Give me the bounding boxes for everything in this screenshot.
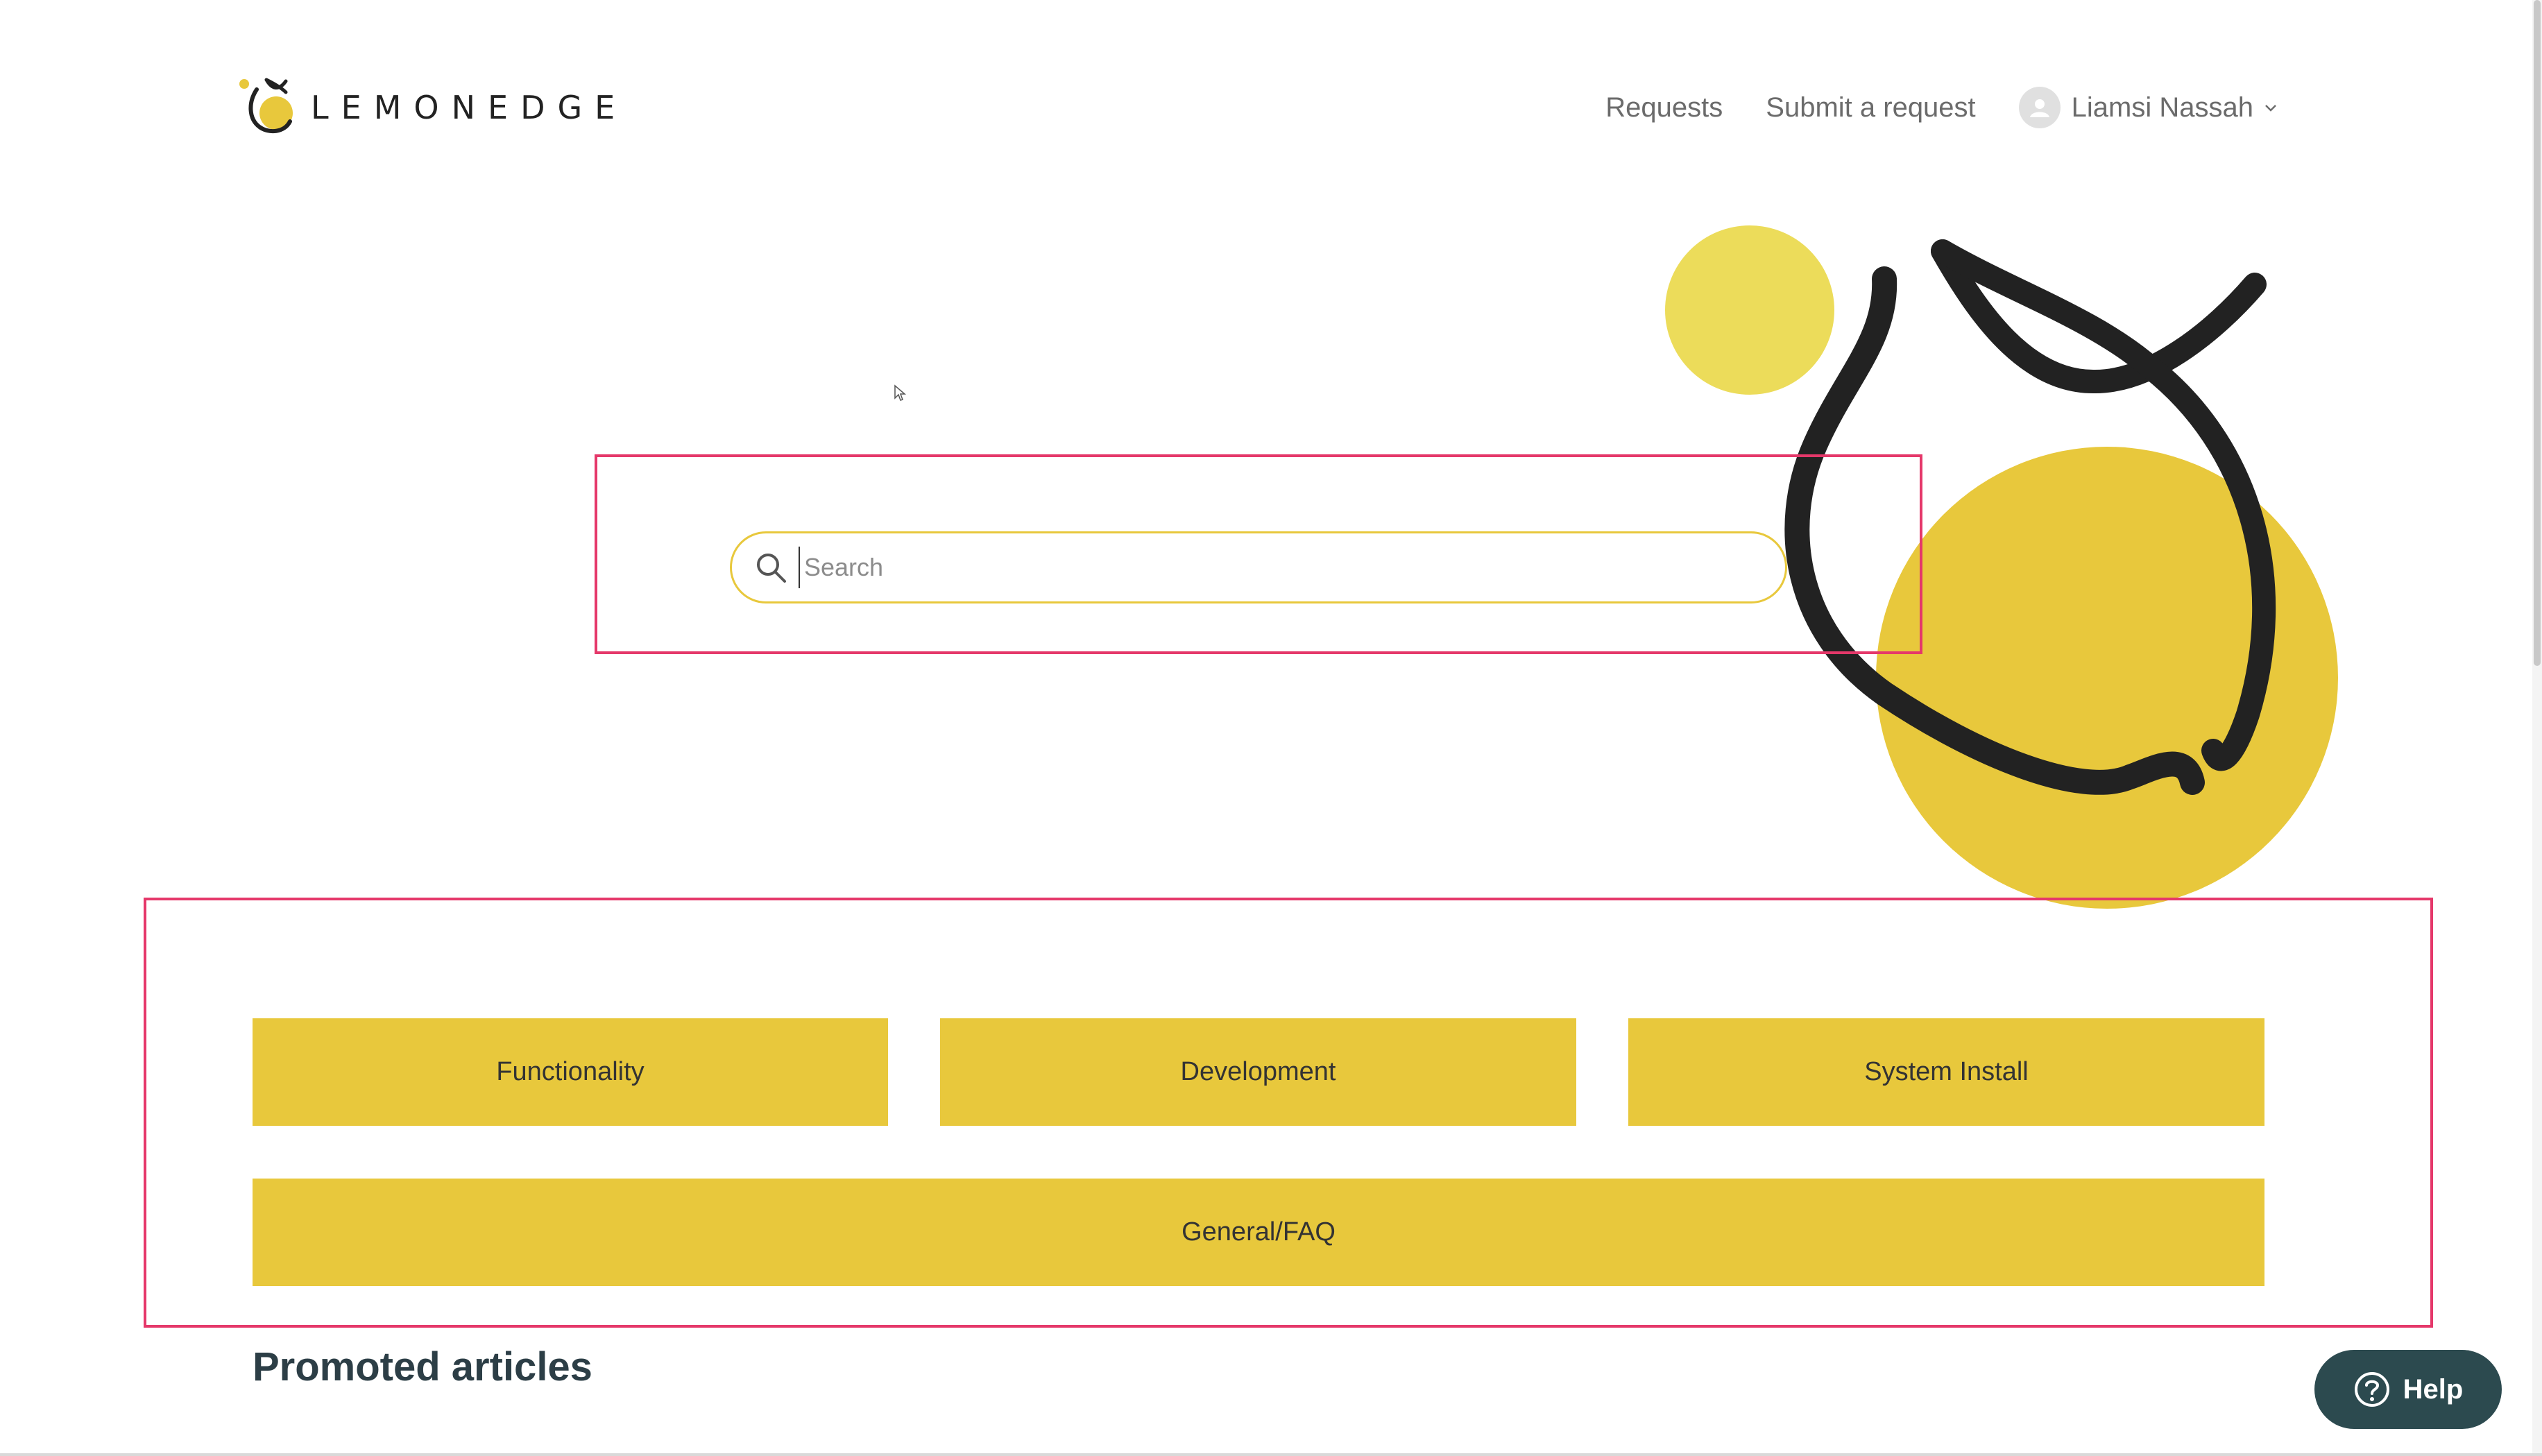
top-nav: Requests Submit a request Liamsi Nassah <box>1605 83 2278 132</box>
question-circle-icon <box>2354 1372 2389 1407</box>
scrollbar[interactable] <box>2532 0 2542 1456</box>
help-button[interactable]: Help <box>2314 1350 2502 1429</box>
nav-submit-request-link[interactable]: Submit a request <box>1766 92 1975 123</box>
logo-link[interactable]: LEMONEDGE <box>236 69 627 146</box>
lemon-logo-icon <box>239 78 293 134</box>
logo-text: LEMONEDGE <box>311 89 628 126</box>
nav-requests-link[interactable]: Requests <box>1605 92 1723 123</box>
category-functionality[interactable]: Functionality <box>253 1018 888 1126</box>
promoted-articles-heading: Promoted articles <box>253 1344 592 1389</box>
search-icon <box>757 554 786 583</box>
category-system-install[interactable]: System Install <box>1628 1018 2264 1126</box>
help-label: Help <box>2403 1373 2464 1405</box>
category-development[interactable]: Development <box>940 1018 1576 1126</box>
user-avatar-icon <box>2018 87 2061 128</box>
user-name: Liamsi Nassah <box>2071 92 2253 123</box>
search-form <box>730 531 1787 603</box>
page: LEMONEDGE Requests Submit a request Liam… <box>0 0 2542 1456</box>
chevron-down-icon <box>2265 105 2276 112</box>
user-menu[interactable]: Liamsi Nassah <box>2018 87 2278 128</box>
search-input[interactable] <box>799 547 1757 588</box>
category-general-faq[interactable]: General/FAQ <box>253 1179 2264 1286</box>
mouse-cursor-icon <box>894 384 906 401</box>
scrollbar-thumb[interactable] <box>2534 0 2541 666</box>
window-bottom-border <box>0 1453 2542 1456</box>
